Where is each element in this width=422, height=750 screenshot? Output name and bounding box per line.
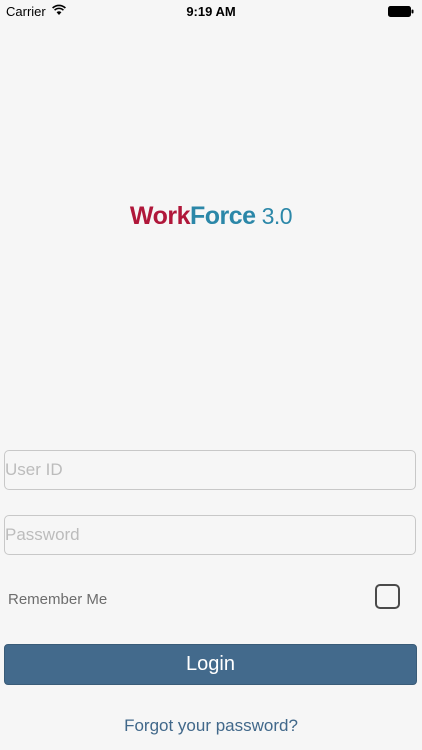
login-button[interactable]: Login <box>4 644 417 685</box>
login-screen: Carrier 9:19 AM WorkForce3.0 Remember Me… <box>0 0 422 750</box>
remember-me-label: Remember Me <box>8 591 108 608</box>
logo-force-text: Force <box>189 202 256 230</box>
workforce-logo: WorkForce 3.0 <box>0 202 422 231</box>
battery-icon <box>388 6 414 17</box>
logo-version-text: 3.0 <box>261 203 293 229</box>
remember-me-checkbox[interactable] <box>375 584 400 609</box>
password-input[interactable] <box>4 515 416 555</box>
logo-work-text: Work <box>129 202 191 230</box>
status-bar: Carrier 9:19 AM <box>0 0 422 22</box>
clock: 9:19 AM <box>186 4 236 19</box>
forgot-password-link[interactable]: Forgot your password? <box>0 716 422 736</box>
user-id-input[interactable] <box>4 450 416 490</box>
